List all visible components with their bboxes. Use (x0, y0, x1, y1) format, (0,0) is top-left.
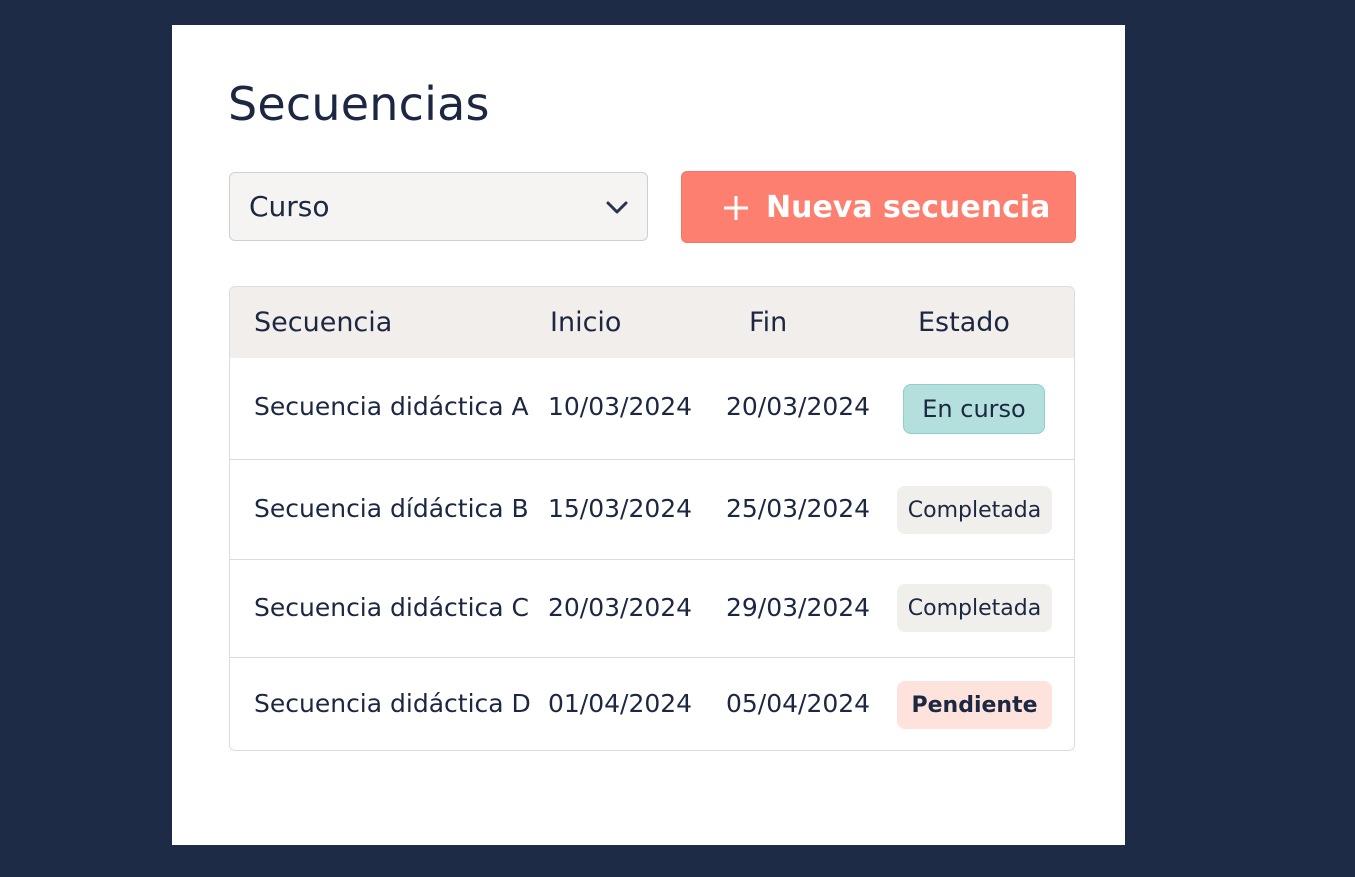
course-select[interactable]: Curso (229, 172, 648, 241)
sequence-name[interactable]: Secuencia didáctica D (254, 689, 531, 718)
table-row[interactable]: Secuencia didáctica D 01/04/2024 05/04/2… (230, 657, 1074, 750)
start-date: 01/04/2024 (548, 689, 693, 718)
plus-icon (724, 196, 748, 220)
status-badge: En curso (903, 384, 1045, 434)
start-date: 15/03/2024 (548, 494, 693, 523)
start-date: 10/03/2024 (548, 392, 693, 421)
new-sequence-label: Nueva secuencia (766, 190, 1051, 225)
table-row[interactable]: Secuencia didáctica A 10/03/2024 20/03/2… (230, 358, 1074, 459)
status-badge: Completada (897, 584, 1052, 632)
end-date: 05/04/2024 (726, 689, 871, 718)
end-date: 25/03/2024 (726, 494, 871, 523)
course-select-value: Curso (249, 190, 330, 223)
column-header-start[interactable]: Inicio (550, 307, 621, 338)
table-row[interactable]: Secuencia didáctica C 20/03/2024 29/03/2… (230, 559, 1074, 657)
status-badge: Pendiente (897, 681, 1052, 729)
status-badge: Completada (897, 486, 1052, 534)
page-title: Secuencias (228, 77, 490, 131)
table-header: Secuencia Inicio Fin Estado (230, 287, 1074, 358)
sequence-name[interactable]: Secuencia dídáctica B (254, 494, 529, 523)
column-header-end[interactable]: Fin (749, 307, 787, 338)
new-sequence-button[interactable]: Nueva secuencia (681, 171, 1076, 243)
end-date: 29/03/2024 (726, 593, 871, 622)
table-row[interactable]: Secuencia dídáctica B 15/03/2024 25/03/2… (230, 459, 1074, 559)
start-date: 20/03/2024 (548, 593, 693, 622)
column-header-sequence[interactable]: Secuencia (254, 307, 392, 338)
end-date: 20/03/2024 (726, 392, 871, 421)
sequence-name[interactable]: Secuencia didáctica A (254, 392, 529, 421)
column-header-status[interactable]: Estado (918, 307, 1010, 338)
sequences-table: Secuencia Inicio Fin Estado Secuencia di… (229, 286, 1075, 751)
sequence-name[interactable]: Secuencia didáctica C (254, 593, 529, 622)
chevron-down-icon (606, 201, 628, 214)
sequences-panel: Secuencias Curso Nueva secuencia Secuenc… (172, 25, 1125, 845)
